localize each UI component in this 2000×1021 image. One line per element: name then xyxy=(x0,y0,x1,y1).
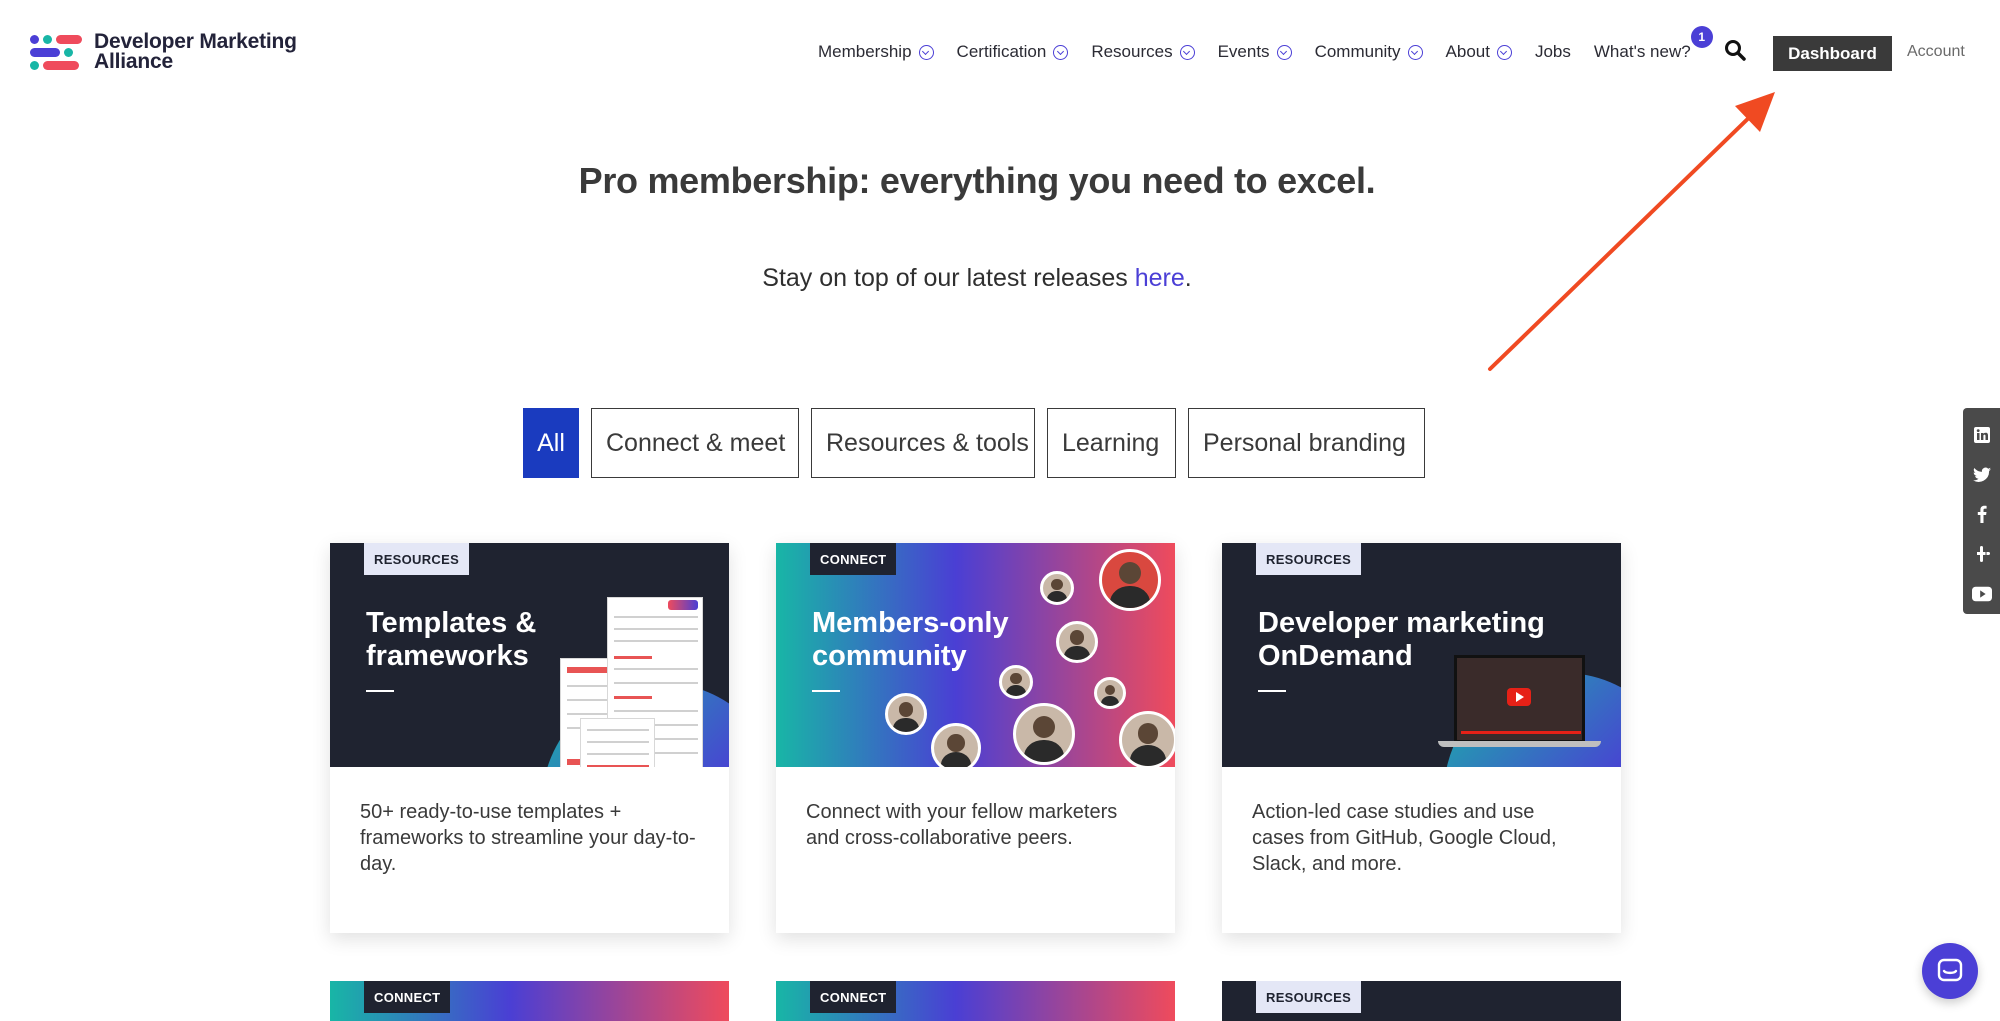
nav-about[interactable]: About xyxy=(1446,42,1512,62)
member-avatar xyxy=(1056,621,1098,663)
logo-mark-icon xyxy=(30,33,86,71)
hero-subtitle-period: . xyxy=(1184,264,1192,292)
card-title: Members-only community xyxy=(812,607,1009,672)
member-avatar xyxy=(999,665,1033,699)
nav-whats-new[interactable]: What's new? 1 xyxy=(1593,26,1713,62)
card-image: RESOURCES Templates & frameworks xyxy=(330,543,729,767)
main-nav: Membership Certification Resources Event… xyxy=(818,26,1714,66)
card-description: Action-led case studies and use cases fr… xyxy=(1252,801,1557,875)
card-row2-1[interactable]: CONNECT xyxy=(330,981,729,1021)
hero-subtitle: Stay on top of our latest releases here. xyxy=(0,264,1954,293)
card-members-community[interactable]: CONNECT Members-only community Connect w… xyxy=(776,543,1175,933)
card-tag: CONNECT xyxy=(810,981,897,1013)
member-avatar xyxy=(885,693,927,735)
member-avatar xyxy=(1094,677,1126,709)
filter-all[interactable]: All xyxy=(523,408,579,478)
site-logo[interactable]: Developer Marketing Alliance xyxy=(30,30,297,73)
filter-bar: All Connect & meet Resources & tools Lea… xyxy=(523,408,1437,478)
logo-line-2: Alliance xyxy=(94,50,173,73)
nav-label: Events xyxy=(1217,42,1270,61)
search-icon[interactable] xyxy=(1724,39,1746,61)
card-divider xyxy=(812,690,840,692)
nav-label: Resources xyxy=(1091,42,1173,61)
nav-label: Certification xyxy=(956,42,1047,61)
account-link[interactable]: Account xyxy=(1907,43,1965,61)
filter-learning[interactable]: Learning xyxy=(1047,408,1176,478)
hero-subtitle-text: Stay on top of our latest releases xyxy=(762,264,1135,292)
chevron-down-icon xyxy=(1179,44,1195,60)
page-title: Pro membership: everything you need to e… xyxy=(578,160,1376,201)
nav-label: Community xyxy=(1314,42,1401,61)
social-sidebar xyxy=(1963,408,2000,614)
card-image: CONNECT xyxy=(776,981,1175,1021)
chevron-down-icon xyxy=(1496,44,1512,60)
nav-label: About xyxy=(1445,42,1490,61)
card-templates-frameworks[interactable]: RESOURCES Templates & frameworks 50+ rea… xyxy=(330,543,729,933)
chevron-down-icon xyxy=(1407,44,1423,60)
releases-link[interactable]: here xyxy=(1135,264,1185,292)
nav-label: Membership xyxy=(818,42,912,61)
member-avatar xyxy=(1013,703,1075,765)
card-image: CONNECT Members-only community xyxy=(776,543,1175,767)
chat-icon xyxy=(1937,958,1963,982)
filter-personal-branding[interactable]: Personal branding xyxy=(1188,408,1425,478)
logo-line-1: Developer Marketing xyxy=(94,30,297,53)
chevron-down-icon xyxy=(918,44,934,60)
filter-connect-meet[interactable]: Connect & meet xyxy=(591,408,799,478)
member-avatar xyxy=(1099,549,1161,611)
nav-events[interactable]: Events xyxy=(1218,42,1292,62)
slack-icon[interactable] xyxy=(1972,545,1992,564)
logo-text: Developer Marketing Alliance xyxy=(94,30,297,73)
nav-label: Jobs xyxy=(1534,42,1571,61)
youtube-icon[interactable] xyxy=(1971,584,1992,603)
card-row2-2[interactable]: CONNECT xyxy=(776,981,1175,1021)
nav-certification[interactable]: Certification xyxy=(957,42,1069,62)
chat-launcher-button[interactable] xyxy=(1922,943,1978,999)
video-thumbnail xyxy=(1454,655,1585,743)
linkedin-icon[interactable] xyxy=(1972,426,1992,445)
card-tag: RESOURCES xyxy=(364,543,470,575)
template-preview-image xyxy=(580,718,655,767)
twitter-icon[interactable] xyxy=(1972,466,1992,485)
annotation-arrow xyxy=(1488,92,1775,371)
card-description: 50+ ready-to-use templates + frameworks … xyxy=(360,801,696,875)
card-image: CONNECT xyxy=(330,981,729,1021)
card-tag: RESOURCES xyxy=(1256,981,1362,1013)
card-image: RESOURCES xyxy=(1222,981,1621,1021)
chevron-down-icon xyxy=(1053,44,1069,60)
member-avatar xyxy=(1119,711,1175,767)
member-avatar xyxy=(931,723,981,767)
facebook-icon[interactable] xyxy=(1972,505,1992,524)
chevron-down-icon xyxy=(1276,44,1292,60)
nav-label: What's new? xyxy=(1593,42,1691,61)
card-divider xyxy=(1258,690,1286,692)
card-description: Connect with your fellow marketers and c… xyxy=(806,801,1118,849)
card-developer-marketing-ondemand[interactable]: RESOURCES Developer marketing OnDemand A… xyxy=(1222,543,1621,933)
card-row2-3[interactable]: RESOURCES xyxy=(1222,981,1621,1021)
nav-resources[interactable]: Resources xyxy=(1091,42,1195,62)
card-tag: RESOURCES xyxy=(1256,543,1362,575)
nav-membership[interactable]: Membership xyxy=(818,42,934,62)
card-image: RESOURCES Developer marketing OnDemand xyxy=(1222,543,1621,767)
dashboard-button[interactable]: Dashboard xyxy=(1773,36,1892,71)
card-tag: CONNECT xyxy=(810,543,897,575)
filter-resources-tools[interactable]: Resources & tools xyxy=(811,408,1035,478)
nav-jobs[interactable]: Jobs xyxy=(1535,42,1571,62)
notification-badge: 1 xyxy=(1690,26,1713,48)
card-divider xyxy=(366,690,394,692)
member-avatar xyxy=(1040,571,1074,605)
card-tag: CONNECT xyxy=(364,981,451,1013)
nav-community[interactable]: Community xyxy=(1315,42,1423,62)
